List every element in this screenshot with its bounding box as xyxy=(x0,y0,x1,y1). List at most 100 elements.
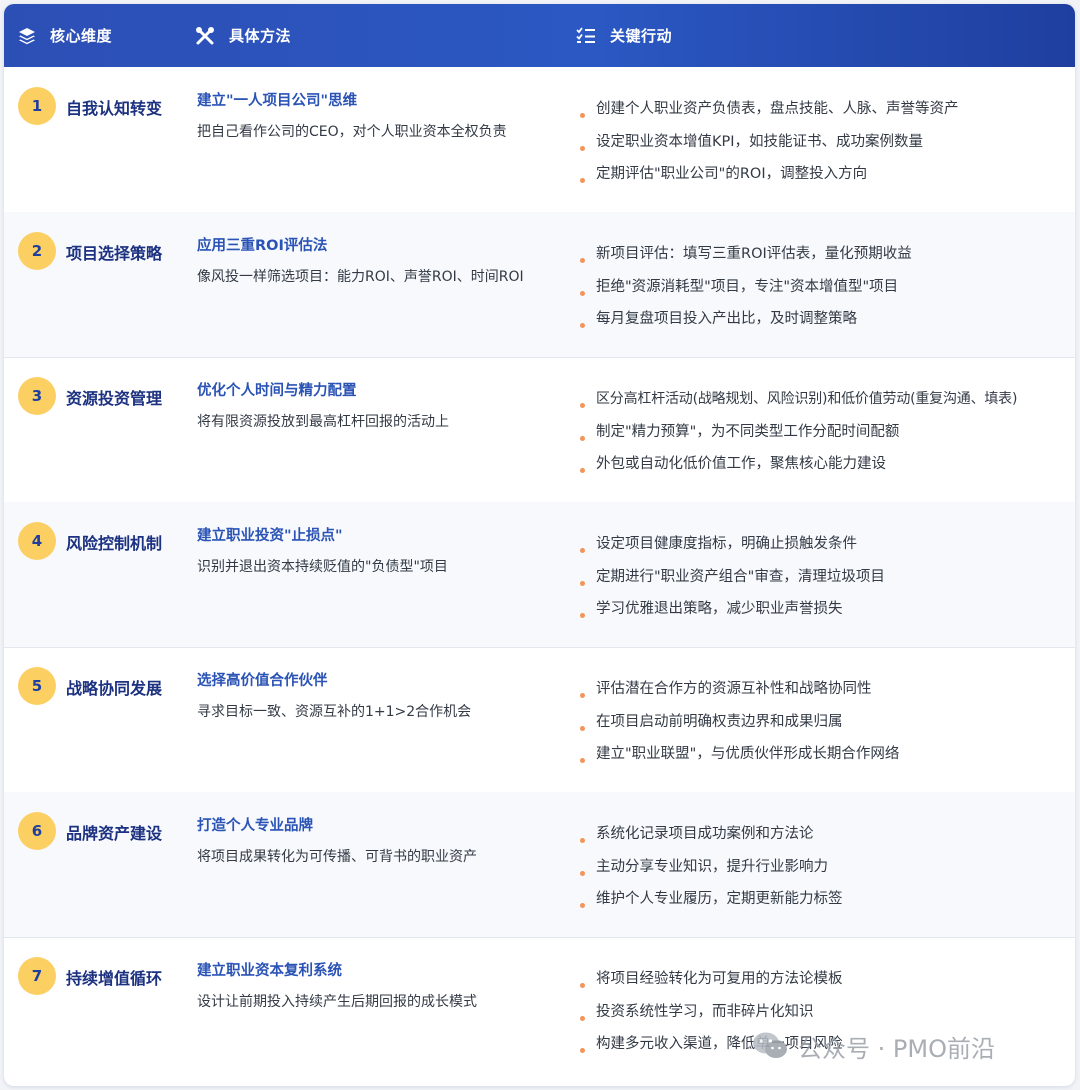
action-text: 区分高杠杆活动(战略规划、风险识别)和低价值劳动(重复沟通、填表) xyxy=(596,391,1018,407)
action-text: 定期评估"职业公司"的ROI，调整投入方向 xyxy=(596,166,868,182)
action-text: 制定"精力预算"，为不同类型工作分配时间配额 xyxy=(596,423,900,440)
list-item: 区分高杠杆活动(战略规划、风险识别)和低价值劳动(重复沟通、填表) xyxy=(580,387,1017,420)
watermark-text: 公众号 · PMO前沿 xyxy=(798,1034,995,1063)
wechat-icon xyxy=(753,1032,787,1058)
action-text: 系统化记录项目成功案例和方法论 xyxy=(596,826,814,842)
action-text: 创建个人职业资产负债表，盘点技能、人脉、声誉等资产 xyxy=(596,101,959,117)
bullet-dot xyxy=(580,693,585,698)
list-item: 学习优雅退出策略，减少职业声誉损失 xyxy=(580,597,885,630)
method-description: 寻求目标一致、资源互补的1+1>2合作机会 xyxy=(197,704,472,720)
action-list: 评估潜在合作方的资源互补性和战略协同性 在项目启动前明确权责边界和成果归属 建立… xyxy=(580,677,899,775)
bullet-dot xyxy=(580,178,585,183)
bullet-dot xyxy=(580,435,585,441)
bullet-dot xyxy=(580,113,585,118)
action-text: 定期进行"职业资产组合"审查，清理垃圾项目 xyxy=(596,568,885,585)
dimension-label: 风险控制机制 xyxy=(66,534,163,553)
table-row: 5 战略协同发展 选择高价值合作伙伴 寻求目标一致、资源互补的1+1>2合作机会… xyxy=(4,647,1075,793)
list-item: 定期评估"职业公司"的ROI，调整投入方向 xyxy=(580,162,959,195)
method-description: 设计让前期投入持续产生后期回报的成长模式 xyxy=(197,994,477,1010)
header-actions: 关键行动 xyxy=(576,4,672,67)
bullet-dot xyxy=(580,838,585,843)
action-text: 外包或自动化低价值工作，聚焦核心能力建设 xyxy=(596,456,886,472)
list-item: 定期进行"职业资产组合"审查，清理垃圾项目 xyxy=(580,565,885,598)
bullet-dot xyxy=(580,580,585,586)
method-title: 打造个人专业品牌 xyxy=(197,818,313,834)
table-header: 核心维度 具体方法 关键行动 xyxy=(4,4,1075,67)
row-number-badge: 6 xyxy=(18,812,56,850)
bullet-dot xyxy=(580,758,585,763)
table-row: 4 风险控制机制 建立职业投资"止损点" 识别并退出资本持续贬值的"负债型"项目… xyxy=(4,502,1075,648)
table-row: 2 项目选择策略 应用三重ROI评估法 像风投一样筛选项目：能力ROI、声誉RO… xyxy=(4,212,1075,358)
list-item: 系统化记录项目成功案例和方法论 xyxy=(580,822,843,855)
list-item: 评估潜在合作方的资源互补性和战略协同性 xyxy=(580,677,899,710)
dimension-label: 品牌资产建设 xyxy=(66,824,163,843)
action-list: 设定项目健康度指标，明确止损触发条件 定期进行"职业资产组合"审查，清理垃圾项目… xyxy=(580,532,885,630)
bullet-dot xyxy=(580,725,585,731)
header-label: 核心维度 xyxy=(50,27,113,45)
bullet-dot xyxy=(580,1048,585,1053)
bullet-dot xyxy=(580,258,585,263)
bullet-dot xyxy=(580,613,585,618)
row-number-badge: 2 xyxy=(18,232,56,270)
method-description: 将有限资源投放到最高杠杆回报的活动上 xyxy=(197,414,449,430)
action-text: 将项目经验转化为可复用的方法论模板 xyxy=(596,971,843,987)
method-title: 选择高价值合作伙伴 xyxy=(197,673,328,689)
action-text: 建立"职业联盟"，与优质伙伴形成长期合作网络 xyxy=(596,746,900,762)
dimension-label: 战略协同发展 xyxy=(66,679,163,698)
action-text: 新项目评估：填写三重ROI评估表，量化预期收益 xyxy=(596,246,912,262)
header-dimension: 核心维度 xyxy=(18,4,112,67)
row-number-badge: 7 xyxy=(18,957,56,995)
row-number-badge: 4 xyxy=(18,522,56,560)
action-text: 维护个人专业履历，定期更新能力标签 xyxy=(596,891,843,907)
action-text: 投资系统性学习，而非碎片化知识 xyxy=(596,1003,814,1020)
list-item: 设定项目健康度指标，明确止损触发条件 xyxy=(580,532,885,565)
table-row: 6 品牌资产建设 打造个人专业品牌 将项目成果转化为可传播、可背书的职业资产 系… xyxy=(4,792,1075,938)
tools-icon xyxy=(196,26,214,44)
action-text: 学习优雅退出策略，减少职业声誉损失 xyxy=(596,601,843,617)
header-label: 关键行动 xyxy=(610,27,673,45)
method-title: 建立"一人项目公司"思维 xyxy=(197,93,358,109)
bullet-dot xyxy=(580,903,585,908)
bullet-dot xyxy=(580,468,585,473)
dimension-label: 持续增值循环 xyxy=(66,969,163,988)
action-text: 设定项目健康度指标，明确止损触发条件 xyxy=(596,536,857,552)
list-item: 创建个人职业资产负债表，盘点技能、人脉、声誉等资产 xyxy=(580,97,959,130)
table-row: 3 资源投资管理 优化个人时间与精力配置 将有限资源投放到最高杠杆回报的活动上 … xyxy=(4,357,1075,503)
row-number-badge: 1 xyxy=(18,87,56,125)
action-text: 主动分享专业知识，提升行业影响力 xyxy=(596,858,828,875)
method-title: 应用三重ROI评估法 xyxy=(197,238,328,254)
layers-icon xyxy=(19,27,35,44)
bullet-dot xyxy=(580,145,585,151)
header-method: 具体方法 xyxy=(195,4,291,67)
list-item: 拒绝"资源消耗型"项目，专注"资本增值型"项目 xyxy=(580,275,912,308)
action-text: 在项目启动前明确权责边界和成果归属 xyxy=(596,713,843,730)
method-description: 将项目成果转化为可传播、可背书的职业资产 xyxy=(197,849,477,865)
action-text: 设定职业资本增值KPI，如技能证书、成功案例数量 xyxy=(596,133,924,150)
list-item: 设定职业资本增值KPI，如技能证书、成功案例数量 xyxy=(580,130,959,163)
action-text: 评估潜在合作方的资源互补性和战略协同性 xyxy=(596,681,872,697)
bullet-dot xyxy=(580,290,585,296)
checklist-icon xyxy=(576,26,595,43)
list-item: 新项目评估：填写三重ROI评估表，量化预期收益 xyxy=(580,242,912,275)
table-row: 1 自我认知转变 建立"一人项目公司"思维 把自己看作公司的CEO，对个人职业资… xyxy=(4,67,1075,213)
list-item: 主动分享专业知识，提升行业影响力 xyxy=(580,855,843,888)
list-item: 维护个人专业履历，定期更新能力标签 xyxy=(580,887,843,920)
action-text: 拒绝"资源消耗型"项目，专注"资本增值型"项目 xyxy=(596,278,899,295)
action-list: 创建个人职业资产负债表，盘点技能、人脉、声誉等资产 设定职业资本增值KPI，如技… xyxy=(580,97,959,195)
method-description: 把自己看作公司的CEO，对个人职业资本全权负责 xyxy=(197,124,507,140)
dimension-label: 自我认知转变 xyxy=(66,99,163,118)
action-text: 每月复盘项目投入产出比，及时调整策略 xyxy=(596,311,857,327)
watermark: 公众号 · PMO前沿 xyxy=(752,1028,995,1064)
bullet-dot xyxy=(580,403,585,408)
strategy-table: 核心维度 具体方法 关键行动 1 自我认知转变 建立"一人项目公司"思维 把自己… xyxy=(4,4,1075,1086)
bullet-dot xyxy=(580,323,585,328)
bullet-dot xyxy=(580,870,585,876)
method-title: 建立职业资本复利系统 xyxy=(197,963,342,979)
dimension-label: 项目选择策略 xyxy=(66,244,163,263)
list-item: 将项目经验转化为可复用的方法论模板 xyxy=(580,967,843,1000)
action-list: 区分高杠杆活动(战略规划、风险识别)和低价值劳动(重复沟通、填表) 制定"精力预… xyxy=(580,387,1017,485)
dimension-label: 资源投资管理 xyxy=(66,389,163,408)
bullet-dot xyxy=(580,548,585,553)
action-list: 新项目评估：填写三重ROI评估表，量化预期收益 拒绝"资源消耗型"项目，专注"资… xyxy=(580,242,912,340)
bullet-dot xyxy=(580,1015,585,1021)
